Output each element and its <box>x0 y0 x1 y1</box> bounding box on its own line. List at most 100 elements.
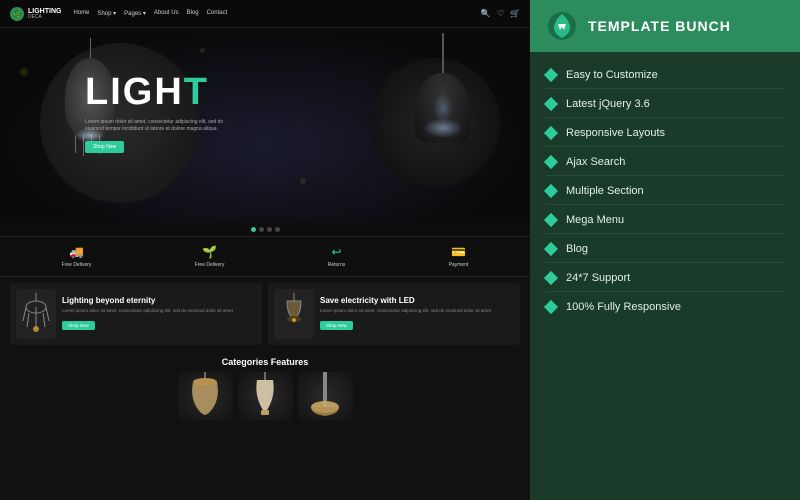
categories-section: Categories Features <box>0 351 530 425</box>
lamp-pendant-wire <box>442 33 444 73</box>
crystal-1 <box>75 135 76 153</box>
product-title-1: Lighting beyond eternity <box>62 296 256 306</box>
crystal-2 <box>83 135 84 156</box>
feature-label-3: Returns <box>328 262 346 268</box>
product-desc-1: Lorem ipsum dolor sit amet, consectetur … <box>62 308 256 314</box>
feature-row-8: 100% Fully Responsive <box>546 294 784 320</box>
feature-text-2: Responsive Layouts <box>566 127 665 139</box>
feature-free-delivery-1: 🚚 Free Delivery <box>62 245 92 268</box>
hero-text: LIGHT Lorem ipsum dolor sit amet, consec… <box>85 73 225 153</box>
hero-lamp-right <box>415 33 470 143</box>
hero-dots <box>0 223 530 236</box>
nav-contact[interactable]: Contact <box>207 10 228 17</box>
nav-pages[interactable]: Pages ▾ <box>124 10 146 17</box>
hero-title-part2: T <box>184 71 209 113</box>
feature-row-6: Blog <box>546 236 784 263</box>
cat-img-2 <box>238 371 293 421</box>
cat-img-3 <box>298 371 353 421</box>
diamond-icon-8 <box>544 300 558 314</box>
navbar: 🌿 LIGHTING DECA Home Shop ▾ Pages ▾ Abou… <box>0 0 530 28</box>
features-bar: 🚚 Free Delivery 🌱 Free Delivery ↩ Return… <box>0 236 530 277</box>
truck-icon: 🚚 <box>69 245 84 259</box>
categories-grid <box>10 371 520 421</box>
product-img-1 <box>16 289 56 339</box>
nav-about[interactable]: About Us <box>154 10 179 17</box>
feature-text-8: 100% Fully Responsive <box>566 301 681 313</box>
category-item-1[interactable] <box>178 371 233 421</box>
feature-text-3: Ajax Search <box>566 156 625 168</box>
search-icon[interactable]: 🔍 <box>481 9 491 18</box>
feature-returns: ↩ Returns <box>328 245 346 268</box>
product-btn-1[interactable]: Shop Now <box>62 321 95 330</box>
diamond-icon-2 <box>544 126 558 140</box>
lamp-inner-glow <box>433 93 453 123</box>
product-title-2: Save electricity with LED <box>320 296 514 306</box>
feature-label-1: Free Delivery <box>62 262 92 268</box>
features-list: Easy to Customize Latest jQuery 3.6 Resp… <box>530 52 800 500</box>
hero-cta-button[interactable]: Shop Now <box>85 141 124 153</box>
hero-title-part1: LIGH <box>85 71 184 113</box>
product-img-2 <box>274 289 314 339</box>
hero-section: LIGHT Lorem ipsum dolor sit amet, consec… <box>0 28 530 223</box>
category-item-2[interactable] <box>238 371 293 421</box>
feature-payment: 💳 Payment <box>449 245 469 268</box>
hero-title: LIGHT <box>85 73 225 111</box>
nav-shop[interactable]: Shop ▾ <box>97 10 116 17</box>
feature-label-4: Payment <box>449 262 469 268</box>
diamond-icon-1 <box>544 97 558 111</box>
dot-2[interactable] <box>259 227 264 232</box>
svg-text:🌿: 🌿 <box>13 10 22 19</box>
product-info-1: Lighting beyond eternity Lorem ipsum dol… <box>62 296 256 332</box>
lamp-shade <box>415 73 470 143</box>
wishlist-icon[interactable]: ♡ <box>497 9 504 18</box>
payment-icon: 💳 <box>451 245 466 259</box>
bokeh-2 <box>200 48 205 53</box>
left-panel: 🌿 LIGHTING DECA Home Shop ▾ Pages ▾ Abou… <box>0 0 530 500</box>
right-panel: TEMPLATE BUNCH Easy to Customize Latest … <box>530 0 800 500</box>
nav-icons: 🔍 ♡ 🛒 <box>481 9 520 18</box>
cat-img-1 <box>178 371 233 421</box>
product-card-2: Save electricity with LED Lorem ipsum do… <box>268 283 520 345</box>
feature-row-2: Responsive Layouts <box>546 120 784 147</box>
nav-blog[interactable]: Blog <box>187 10 199 17</box>
cart-icon[interactable]: 🛒 <box>510 9 520 18</box>
category-item-3[interactable] <box>298 371 353 421</box>
feature-row-7: 24*7 Support <box>546 265 784 292</box>
hero-subtitle: Lorem ipsum dolor sit amet, consectetur … <box>85 119 225 133</box>
feature-text-5: Mega Menu <box>566 214 624 226</box>
diamond-icon-7 <box>544 271 558 285</box>
feature-row-3: Ajax Search <box>546 149 784 176</box>
feature-text-4: Multiple Section <box>566 185 644 197</box>
diamond-icon-3 <box>544 155 558 169</box>
feature-text-6: Blog <box>566 243 588 255</box>
brand-logo-icon <box>546 10 578 42</box>
categories-title: Categories Features <box>10 357 520 367</box>
logo-icon: 🌿 <box>10 7 24 21</box>
feature-free-delivery-2: 🌱 Free Delivery <box>195 245 225 268</box>
product-card-1: Lighting beyond eternity Lorem ipsum dol… <box>10 283 262 345</box>
product-cards-row: Lighting beyond eternity Lorem ipsum dol… <box>0 277 530 351</box>
dot-4[interactable] <box>275 227 280 232</box>
feature-text-0: Easy to Customize <box>566 69 658 81</box>
dot-1[interactable] <box>251 227 256 232</box>
diamond-icon-5 <box>544 213 558 227</box>
diamond-icon-4 <box>544 184 558 198</box>
feature-row-1: Latest jQuery 3.6 <box>546 91 784 118</box>
chandelier-wire <box>90 38 91 58</box>
logo: 🌿 LIGHTING DECA <box>10 7 61 21</box>
feature-row-4: Multiple Section <box>546 178 784 205</box>
nav-links: Home Shop ▾ Pages ▾ About Us Blog Contac… <box>73 10 480 17</box>
dot-3[interactable] <box>267 227 272 232</box>
brand-header: TEMPLATE BUNCH <box>530 0 800 52</box>
nav-home[interactable]: Home <box>73 10 89 17</box>
product-btn-2[interactable]: Shop Now <box>320 321 353 330</box>
feature-text-1: Latest jQuery 3.6 <box>566 98 650 110</box>
feature-label-2: Free Delivery <box>195 262 225 268</box>
logo-text-sub: DECA <box>28 15 61 20</box>
bokeh-3 <box>300 178 306 184</box>
diamond-icon-6 <box>544 242 558 256</box>
feature-text-7: 24*7 Support <box>566 272 630 284</box>
feature-row-5: Mega Menu <box>546 207 784 234</box>
feature-row-0: Easy to Customize <box>546 62 784 89</box>
brand-name: TEMPLATE BUNCH <box>588 18 731 34</box>
